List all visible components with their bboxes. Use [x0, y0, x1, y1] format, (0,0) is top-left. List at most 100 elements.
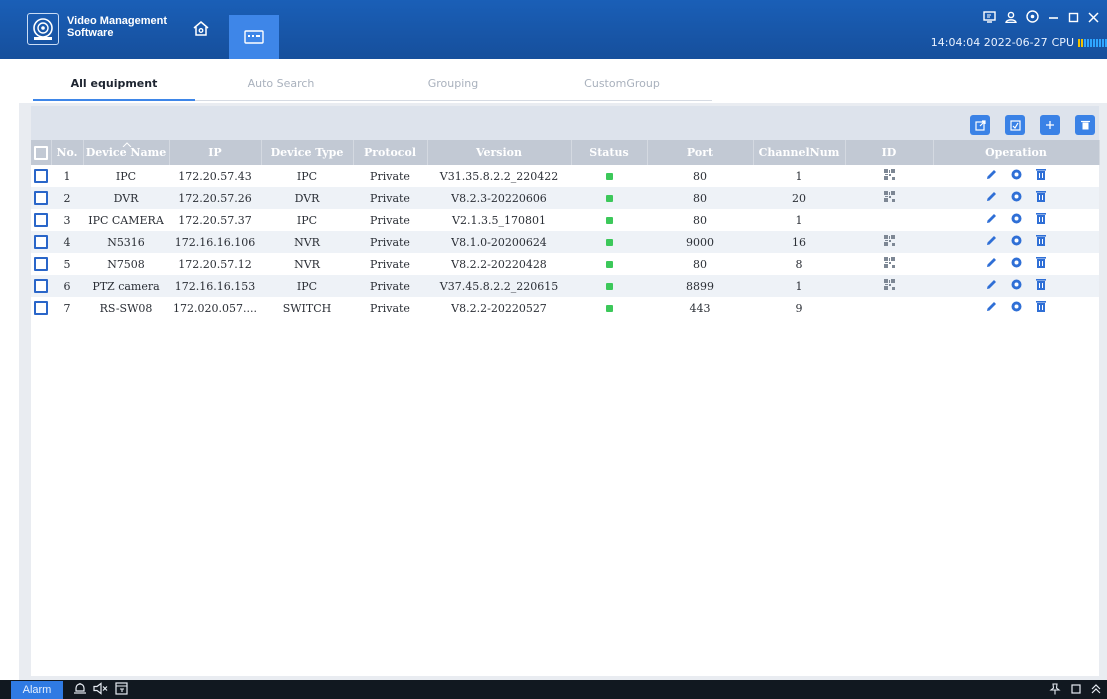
col-port[interactable]: Port: [647, 140, 754, 165]
table-row[interactable]: 7 RS-SW08 172.020.057.... SWITCH Private V8.2…: [31, 297, 1099, 319]
import-button[interactable]: [1005, 115, 1025, 135]
cell-device-name: PTZ camera: [83, 275, 169, 297]
table-row[interactable]: 1 IPC 172.20.57.43 IPC Private V31.35.8.2.2_2…: [31, 165, 1099, 187]
select-all-checkbox[interactable]: [33, 145, 48, 160]
row-checkbox[interactable]: [34, 169, 48, 183]
edit-icon[interactable]: [985, 190, 998, 203]
screen-icon[interactable]: [983, 10, 996, 23]
config-gear-icon[interactable]: [1010, 168, 1023, 181]
cell-operation: [933, 209, 1099, 231]
cell-channel-num: 1: [795, 169, 803, 183]
qr-code-icon[interactable]: [883, 257, 895, 271]
row-checkbox[interactable]: [34, 279, 48, 293]
row-checkbox[interactable]: [34, 191, 48, 205]
close-icon[interactable]: [1088, 11, 1099, 23]
cell-protocol: Private: [370, 169, 410, 183]
config-gear-icon[interactable]: [1010, 256, 1023, 269]
col-ip[interactable]: IP: [169, 140, 262, 165]
qr-code-icon[interactable]: [883, 235, 895, 249]
col-protocol[interactable]: Protocol: [353, 140, 428, 165]
delete-icon: [1080, 120, 1090, 130]
col-device-type[interactable]: Device Type: [261, 140, 354, 165]
row-checkbox[interactable]: [34, 301, 48, 315]
table-row[interactable]: 5 N7508 172.20.57.12 NVR Private V8.2.2-20220…: [31, 253, 1099, 275]
row-checkbox[interactable]: [34, 257, 48, 271]
cell-status: [571, 297, 647, 319]
cell-ip: 172.16.16.153: [169, 275, 261, 297]
delete-row-icon[interactable]: [1035, 256, 1047, 269]
config-gear-icon[interactable]: [1010, 278, 1023, 291]
col-no[interactable]: No.: [51, 140, 84, 165]
mute-icon[interactable]: [93, 682, 109, 698]
delete-row-icon[interactable]: [1035, 168, 1047, 181]
table-row[interactable]: 2 DVR 172.20.57.26 DVR Private V8.2.3-2022060…: [31, 187, 1099, 209]
alarm-button[interactable]: Alarm: [11, 681, 63, 699]
col-status[interactable]: Status: [571, 140, 648, 165]
edit-icon[interactable]: [985, 256, 998, 269]
row-checkbox[interactable]: [34, 235, 48, 249]
delete-row-icon[interactable]: [1035, 190, 1047, 203]
cell-status: [571, 231, 647, 253]
cell-operation: [933, 253, 1099, 275]
col-channel-num[interactable]: ChannelNum: [753, 140, 846, 165]
edit-icon[interactable]: [985, 278, 998, 291]
fullscreen-panel-icon[interactable]: [115, 682, 128, 698]
cell-operation: [933, 297, 1099, 319]
config-gear-icon[interactable]: [1010, 212, 1023, 225]
pin-icon[interactable]: [1049, 683, 1061, 698]
col-version[interactable]: Version: [427, 140, 572, 165]
maximize-icon[interactable]: [1068, 11, 1079, 23]
add-device-button[interactable]: [1040, 115, 1060, 135]
col-id[interactable]: ID: [845, 140, 934, 165]
qr-code-icon[interactable]: [883, 279, 895, 293]
edit-icon[interactable]: [985, 300, 998, 313]
qr-code-icon[interactable]: [883, 169, 895, 183]
cell-version: V37.45.8.2.2_220615: [427, 275, 571, 297]
edit-icon[interactable]: [985, 234, 998, 247]
import-icon: [1009, 119, 1021, 131]
alarm-bell-icon[interactable]: [73, 682, 87, 698]
tab-divider: [195, 100, 712, 101]
tab-auto-search[interactable]: Auto Search: [211, 77, 351, 90]
config-gear-icon[interactable]: [1010, 190, 1023, 203]
tab-custom-group[interactable]: CustomGroup: [552, 77, 692, 90]
row-select-cell: [31, 231, 51, 253]
device-manager-button[interactable]: [229, 15, 279, 59]
tab-grouping[interactable]: Grouping: [383, 77, 523, 90]
cell-ip: 172.20.57.12: [178, 257, 252, 271]
config-gear-icon[interactable]: [1010, 234, 1023, 247]
status-online-indicator: [605, 282, 613, 290]
home-button[interactable]: [187, 15, 215, 43]
tab-all-equipment[interactable]: All equipment: [44, 77, 184, 90]
delete-row-icon[interactable]: [1035, 234, 1047, 247]
delete-row-icon[interactable]: [1035, 300, 1047, 313]
table-row[interactable]: 3 IPC CAMERA 172.20.57.37 IPC Private V2.1.3.…: [31, 209, 1099, 231]
cell-version: V8.2.2-20220527: [451, 301, 547, 315]
app-title: Video Management Software: [67, 15, 167, 39]
delete-row-icon[interactable]: [1035, 212, 1047, 225]
row-select-cell: [31, 275, 51, 297]
row-select-cell: [31, 253, 51, 275]
delete-device-button[interactable]: [1075, 115, 1095, 135]
minimize-icon[interactable]: [1048, 11, 1059, 23]
settings-icon[interactable]: [1026, 10, 1039, 23]
cell-no: 4: [51, 231, 83, 253]
table-row[interactable]: 6 PTZ camera 172.16.16.153 IPC Private V37.45…: [31, 275, 1099, 297]
qr-code-icon[interactable]: [883, 191, 895, 205]
col-device-name[interactable]: Device Name: [83, 140, 170, 165]
expand-up-icon[interactable]: [1091, 684, 1101, 697]
cell-device-name: N7508: [107, 257, 145, 271]
cell-ip: 172.20.57.37: [178, 213, 252, 227]
app-title-line1: Video Management: [67, 15, 168, 27]
cell-port: 80: [693, 169, 707, 183]
export-button[interactable]: [970, 115, 990, 135]
edit-icon[interactable]: [985, 212, 998, 225]
row-checkbox[interactable]: [34, 213, 48, 227]
table-row[interactable]: 4 N5316 172.16.16.106 NVR Private V8.1.0-2020…: [31, 231, 1099, 253]
restore-window-icon[interactable]: [1071, 684, 1081, 697]
delete-row-icon[interactable]: [1035, 278, 1047, 291]
config-gear-icon[interactable]: [1010, 300, 1023, 313]
edit-icon[interactable]: [985, 168, 998, 181]
user-icon[interactable]: [1005, 11, 1017, 23]
window-controls: [983, 10, 1099, 23]
